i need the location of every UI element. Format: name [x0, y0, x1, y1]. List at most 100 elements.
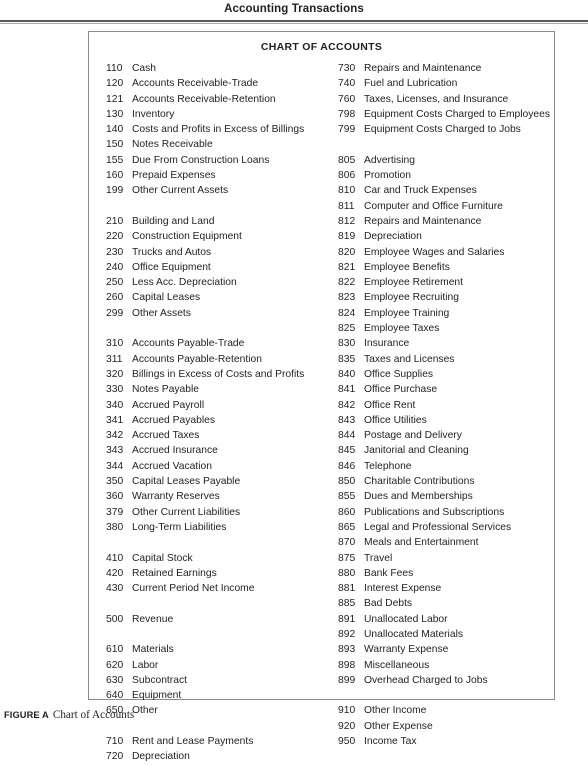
account-column-left: 110 Cash 120 Accounts Receivable-Trade 121 Ac… [106, 61, 336, 765]
account-number: 821 [338, 261, 356, 273]
account-row-spacer [106, 596, 336, 611]
account-label: Repairs and Maintenance [364, 215, 482, 227]
account-row: 846 Telephone [338, 459, 553, 474]
account-row: 819 Depreciation [338, 229, 553, 244]
account-label: Accounts Receivable-Retention [132, 93, 276, 105]
account-column-right: 730 Repairs and Maintenance 740 Fuel and Lu… [338, 61, 553, 749]
account-number: 311 [106, 353, 123, 365]
account-row: 230 Trucks and Autos [106, 245, 336, 260]
account-number: 341 [106, 414, 124, 426]
account-row: 885 Bad Debts [338, 596, 553, 611]
account-label: Janitorial and Cleaning [364, 445, 469, 457]
account-label: Retained Earnings [132, 567, 217, 579]
account-row: 160 Prepaid Expenses [106, 168, 336, 183]
account-row: 842 Office Rent [338, 398, 553, 413]
account-number: 150 [106, 139, 124, 151]
account-label: Depreciation [132, 751, 190, 763]
account-number: 950 [338, 736, 356, 748]
account-row: 341 Accrued Payables [106, 413, 336, 428]
account-row: 500 Revenue [106, 612, 336, 627]
account-label: Cash [132, 63, 157, 74]
account-label: Subcontract [132, 674, 187, 686]
account-number: 855 [338, 491, 356, 503]
account-row: 379 Other Current Liabilities [106, 505, 336, 520]
account-row-spacer [106, 535, 336, 550]
account-label: Accrued Payroll [132, 399, 205, 411]
account-label: Legal and Professional Services [364, 521, 512, 533]
account-row: 811 Computer and Office Furniture [338, 199, 553, 214]
account-label: Dues and Memberships [364, 491, 473, 503]
account-number: 845 [338, 445, 356, 457]
account-label: Publications and Subscriptions [364, 506, 505, 518]
account-label: Accrued Insurance [132, 445, 218, 457]
account-label: Promotion [364, 170, 411, 182]
account-number: 350 [106, 476, 124, 488]
account-number: 230 [106, 246, 124, 258]
account-number: 310 [106, 338, 124, 350]
account-row: 130 Inventory [106, 107, 336, 122]
account-row: 310 Accounts Payable-Trade [106, 336, 336, 351]
account-label: Bank Fees [364, 567, 414, 579]
account-row: 710 Rent and Lease Payments [106, 734, 336, 749]
account-number: 811 [338, 200, 355, 212]
account-number: 892 [338, 628, 356, 640]
account-label: Employee Retirement [364, 277, 464, 289]
account-number: 120 [106, 78, 124, 90]
account-number: 812 [338, 215, 356, 227]
account-number: 880 [338, 567, 356, 579]
account-row: 899 Overhead Charged to Jobs [338, 673, 553, 688]
account-row-spacer [338, 137, 553, 152]
account-number: 360 [106, 491, 124, 503]
account-label: Inventory [132, 108, 175, 120]
account-number: 840 [338, 368, 356, 380]
account-row: 860 Publications and Subscriptions [338, 505, 553, 520]
account-row: 150 Notes Receivable [106, 137, 336, 152]
account-number: 819 [338, 231, 356, 243]
account-label: Travel [364, 552, 393, 564]
figure-caption-tag: FIGURE A [4, 710, 49, 720]
account-number: 822 [338, 277, 356, 289]
account-row: 898 Miscellaneous [338, 658, 553, 673]
account-label: Office Supplies [364, 368, 434, 380]
account-row: 210 Building and Land [106, 214, 336, 229]
account-label: Miscellaneous [364, 659, 430, 671]
account-number: 430 [106, 583, 124, 595]
account-row: 344 Accrued Vacation [106, 459, 336, 474]
account-row: 810 Car and Truck Expenses [338, 183, 553, 198]
account-number: 640 [106, 690, 124, 702]
account-number: 110 [106, 63, 123, 74]
account-label: Accrued Taxes [132, 430, 200, 442]
account-label: Current Period Net Income [132, 583, 255, 595]
account-row: 311 Accounts Payable-Retention [106, 352, 336, 367]
account-row: 610 Materials [106, 642, 336, 657]
account-row: 855 Dues and Memberships [338, 489, 553, 504]
account-number: 160 [106, 170, 124, 182]
account-row: 760 Taxes, Licenses, and Insurance [338, 92, 553, 107]
account-label: Less Acc. Depreciation [132, 277, 237, 289]
account-number: 823 [338, 292, 356, 304]
account-row-spacer [106, 627, 336, 642]
account-row: 798 Equipment Costs Charged to Employees [338, 107, 553, 122]
account-label: Accounts Receivable-Trade [132, 78, 259, 90]
account-number: 865 [338, 521, 356, 533]
account-number: 343 [106, 445, 124, 457]
account-label: Prepaid Expenses [132, 170, 216, 182]
account-label: Rent and Lease Payments [132, 736, 254, 748]
account-row: 823 Employee Recruiting [338, 290, 553, 305]
account-number: 891 [338, 613, 356, 625]
account-label: Trucks and Autos [132, 246, 212, 258]
account-label: Car and Truck Expenses [364, 185, 477, 197]
account-label: Taxes, Licenses, and Insurance [364, 93, 509, 105]
account-number: 760 [338, 93, 356, 105]
account-row: 880 Bank Fees [338, 566, 553, 581]
account-label: Other [132, 705, 158, 717]
account-row: 865 Legal and Professional Services [338, 520, 553, 535]
account-number: 798 [338, 108, 356, 120]
account-number: 155 [106, 154, 124, 166]
account-row: 843 Office Utilities [338, 413, 553, 428]
account-number: 210 [106, 215, 124, 227]
chart-of-accounts-title: CHART OF ACCOUNTS [260, 41, 383, 53]
account-number: 630 [106, 674, 124, 686]
account-number: 330 [106, 384, 124, 396]
account-number: 130 [106, 108, 124, 120]
